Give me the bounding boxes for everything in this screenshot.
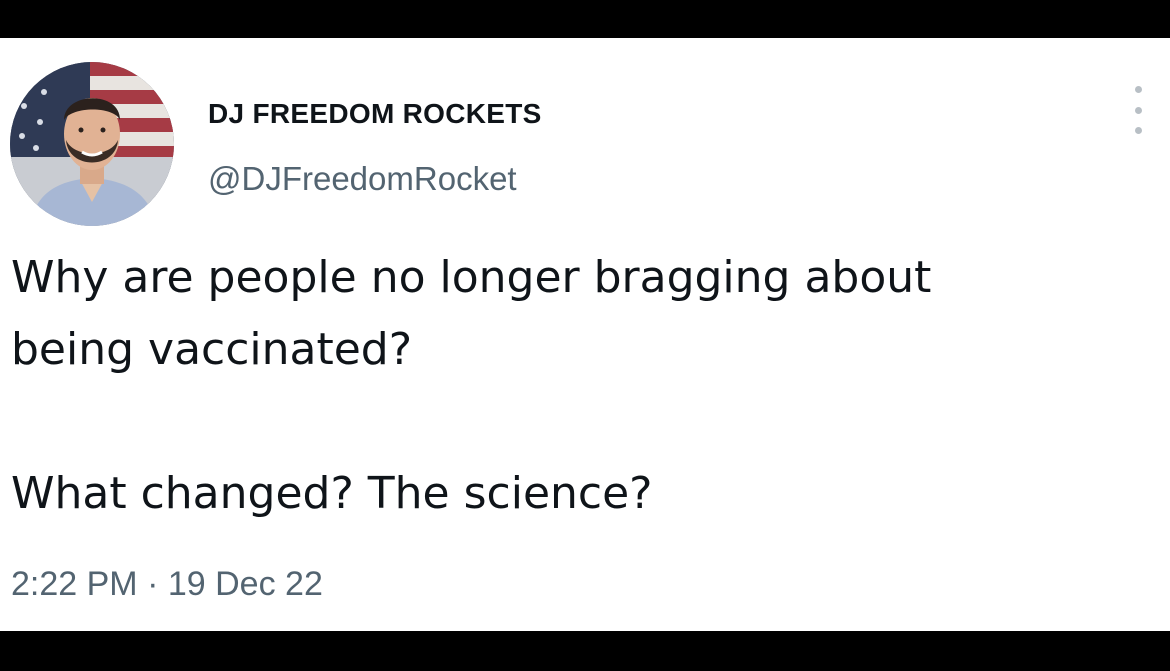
- tweet-text-line: being vaccinated?: [11, 324, 413, 375]
- user-handle[interactable]: @DJFreedomRocket: [208, 160, 517, 198]
- tweet-time: 2:22 PM: [11, 565, 138, 603]
- tweet-timestamp[interactable]: 2:22 PM · 19 Dec 22: [11, 565, 323, 604]
- tweet-date: 19 Dec 22: [167, 565, 323, 603]
- tweet-text-line: Why are people no longer bragging about: [11, 252, 932, 303]
- dot: [1134, 127, 1142, 134]
- avatar[interactable]: [10, 62, 174, 226]
- meta-separator: ·: [147, 565, 159, 603]
- screenshot-frame: DJ FREEDOM ROCKETS @DJFreedomRocket Why …: [0, 0, 1170, 671]
- tweet-text: Why are people no longer bragging about …: [11, 242, 1151, 530]
- more-options-icon[interactable]: [1127, 86, 1149, 134]
- avatar-image: [10, 62, 174, 226]
- dot: [1134, 106, 1142, 114]
- display-name[interactable]: DJ FREEDOM ROCKETS: [208, 98, 542, 130]
- dot: [1134, 86, 1142, 93]
- tweet-text-line: What changed? The science?: [11, 468, 653, 519]
- tweet-card: DJ FREEDOM ROCKETS @DJFreedomRocket Why …: [0, 38, 1170, 631]
